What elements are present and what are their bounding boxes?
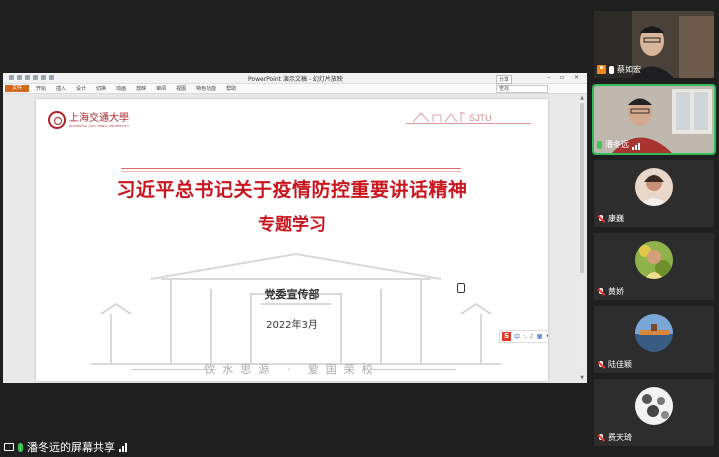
university-seal-icon: [48, 111, 66, 129]
participant-tile[interactable]: 黄娇: [594, 233, 714, 300]
mic-muted-icon: [597, 214, 605, 223]
avatar: [635, 314, 673, 352]
quick-access-toolbar[interactable]: [9, 75, 54, 80]
ribbon-tab[interactable]: 审阅: [156, 85, 166, 92]
window-controls[interactable]: – ▫ ✕: [547, 74, 583, 81]
university-name: 上海交通大學: [69, 112, 129, 124]
slide-subtitle: 专题学习: [258, 215, 326, 235]
participant-label: 陆佳颖: [597, 359, 632, 370]
slide-date: 2022年3月: [266, 320, 318, 331]
participant-gallery: 蔡如宏 潘冬远 康巍 黄娇 陆佳颖 费天琦: [590, 0, 719, 457]
university-name-en: SHANGHAI JIAO TONG UNIVERSITY: [69, 123, 130, 128]
header-divider: [406, 123, 531, 124]
vertical-scrollbar[interactable]: ▲ ▼: [579, 95, 585, 381]
avatar: [635, 168, 673, 206]
slide-title: 习近平总书记关于疫情防控重要讲话精神: [116, 179, 468, 201]
ribbon-tab[interactable]: 特色功能: [196, 85, 216, 92]
participant-name: 康巍: [608, 214, 624, 223]
signal-strength-icon: [119, 442, 127, 452]
host-icon: [597, 65, 606, 74]
title-rule: [121, 168, 461, 169]
ribbon-tab[interactable]: 开始: [36, 85, 46, 92]
ime-mode[interactable]: 中: [514, 332, 520, 341]
ribbon-tab[interactable]: 帮助: [226, 85, 236, 92]
participant-name: 潘冬远: [605, 140, 629, 149]
screen-share-stage: PowerPoint 演示文稿 - 幻灯片放映 – ▫ ✕ 文件 开始 插入 设…: [0, 0, 594, 457]
ribbon-tabs: 开始 插入 设计 切换 动画 放映 审阅 视图 特色功能 帮助: [36, 85, 236, 92]
avatar: [635, 241, 673, 279]
mic-on-icon: [609, 65, 614, 74]
file-tab[interactable]: 文件: [5, 85, 30, 92]
slide-motto: 饮水思源 · 爱国荣校: [204, 363, 380, 376]
ribbon-tab[interactable]: 设计: [76, 85, 86, 92]
participant-label: 费天琦: [597, 432, 632, 443]
participant-name: 陆佳颖: [608, 360, 632, 369]
input-method-toolbar[interactable]: S 中 ·, ♪ ▦ ✦: [499, 330, 548, 343]
scroll-down-icon[interactable]: ▼: [579, 375, 585, 381]
ime-punct-icon[interactable]: ·,: [523, 333, 527, 340]
mic-on-icon: [597, 140, 602, 149]
share-button[interactable]: 分享: [496, 75, 513, 84]
ppt-ribbon: 文件 开始 插入 设计 切换 动画 放映 审阅 视图 特色功能 帮助 分享 查找: [3, 75, 587, 94]
brand-mark: SJTU: [469, 113, 492, 123]
ribbon-tab[interactable]: 视图: [176, 85, 186, 92]
ppt-window-title: PowerPoint 演示文稿 - 幻灯片放映: [248, 76, 343, 83]
university-logo: 上海交通大學 SHANGHAI JIAO TONG UNIVERSITY: [48, 111, 129, 129]
mic-muted-icon: [597, 360, 605, 369]
participant-tile-active-speaker[interactable]: 潘冬远: [592, 84, 716, 155]
ime-logo-icon: S: [502, 332, 511, 341]
motto-rule-right: [371, 369, 456, 370]
slide-department: 党委宣传部: [264, 288, 320, 301]
mic-muted-icon: [597, 287, 605, 296]
hand-cursor-icon: [457, 283, 465, 293]
participant-label: 康巍: [597, 213, 624, 224]
ribbon-tab[interactable]: 放映: [136, 85, 146, 92]
participant-name: 蔡如宏: [617, 65, 641, 74]
participant-tile[interactable]: 康巍: [594, 160, 714, 227]
ribbon-search-input[interactable]: 查找: [496, 85, 548, 93]
mic-on-icon: [18, 442, 23, 452]
scrollbar-thumb[interactable]: [580, 103, 584, 273]
ribbon-tab[interactable]: 切换: [96, 85, 106, 92]
participant-name: 黄娇: [608, 287, 624, 296]
screen-share-bar: 潘冬远的屏幕共享: [0, 437, 594, 457]
participant-tile[interactable]: 陆佳颖: [594, 306, 714, 373]
participant-name: 费天琦: [608, 433, 632, 442]
participant-tile[interactable]: 费天琦: [594, 379, 714, 446]
presentation-slide: 上海交通大學 SHANGHAI JIAO TONG UNIVERSITY SJT…: [36, 99, 548, 381]
ime-voice-icon[interactable]: ♪: [530, 333, 534, 340]
participant-label: 蔡如宏: [597, 64, 641, 75]
shared-powerpoint-window: PowerPoint 演示文稿 - 幻灯片放映 – ▫ ✕ 文件 开始 插入 设…: [3, 73, 587, 383]
ime-keyboard-icon[interactable]: ▦: [537, 333, 543, 340]
signal-strength-icon: [632, 140, 640, 150]
mic-muted-icon: [597, 433, 605, 442]
participant-label: 潘冬远: [597, 139, 640, 150]
ribbon-tab[interactable]: 插入: [56, 85, 66, 92]
campus-skyline-icon: SJTU: [412, 111, 492, 123]
ribbon-tab[interactable]: 动画: [116, 85, 126, 92]
participant-label: 黄娇: [597, 286, 624, 297]
screen-share-icon: [4, 443, 14, 451]
ime-skin-icon[interactable]: ✦: [545, 333, 548, 340]
screen-share-label: 潘冬远的屏幕共享: [27, 441, 115, 454]
title-rule-secondary: [121, 171, 461, 172]
participant-tile[interactable]: 蔡如宏: [594, 11, 714, 78]
avatar: [635, 387, 673, 425]
scroll-up-icon[interactable]: ▲: [579, 95, 585, 101]
